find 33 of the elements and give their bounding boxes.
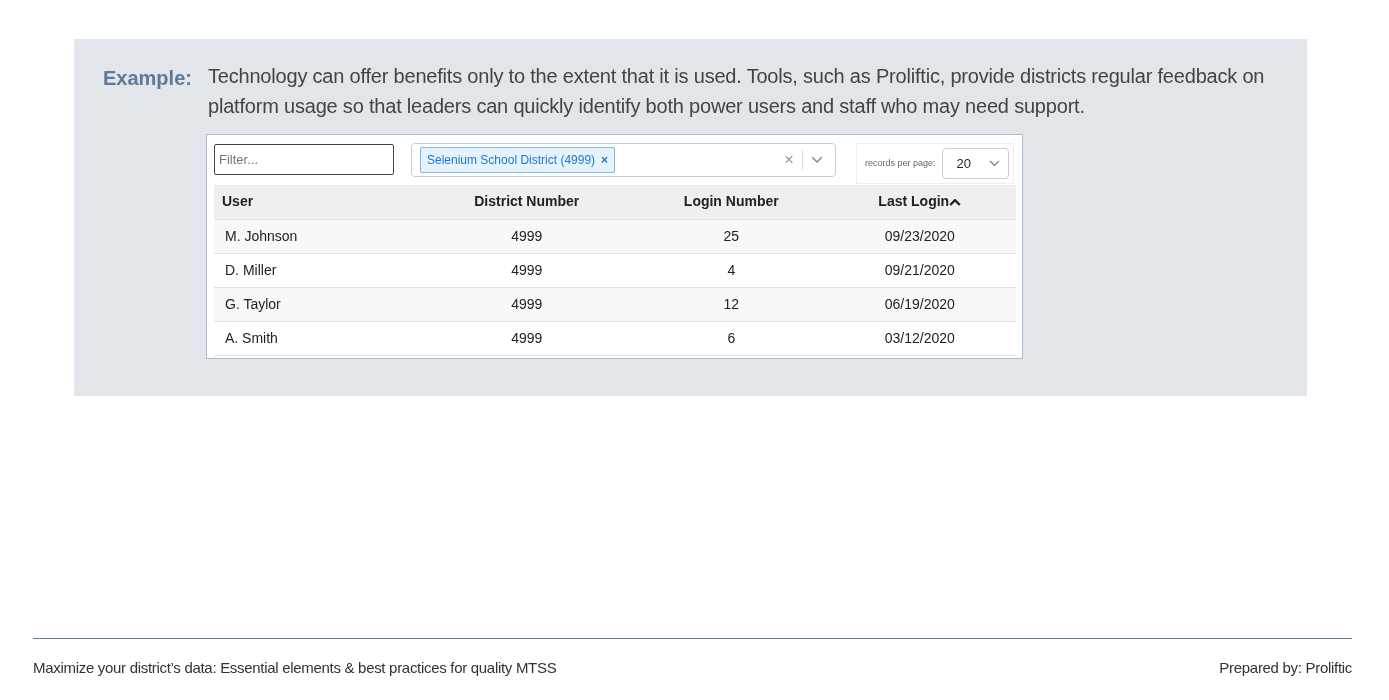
remove-tag-button[interactable]: × — [601, 153, 609, 167]
footer-title: Maximize your district’s data: Essential elements & best practices for quality MTSS — [33, 658, 557, 678]
column-header[interactable]: Last Login — [823, 185, 1016, 219]
table-cell: 4999 — [414, 287, 640, 321]
table-cell: 03/12/2020 — [823, 321, 1016, 355]
district-select[interactable]: Selenium School District (4999) × × — [411, 143, 836, 177]
table-cell: 12 — [639, 287, 824, 321]
page-size-label: records per page: — [865, 156, 936, 170]
filter-field[interactable]: Filter... — [214, 144, 394, 175]
column-header[interactable]: Login Number — [639, 185, 824, 219]
district-tag: Selenium School District (4999) × — [420, 147, 616, 173]
column-header[interactable]: District Number — [414, 185, 640, 219]
table-cell: 09/23/2020 — [823, 219, 1016, 253]
example-paragraph: Technology can offer benefits only to the extent that it is used. Tools, such as Proliftic, provide districts regular feedback on platform usage so that leaders can quickly identify both power users and staff who may need support. — [208, 64, 1266, 119]
chevron-down-icon — [811, 156, 823, 164]
table-cell: 4999 — [414, 219, 640, 253]
table-cell: M. Johnson — [214, 219, 415, 253]
sort-ascending-icon — [949, 198, 962, 207]
column-header[interactable]: User — [214, 185, 415, 219]
footer-credit: Prepared by: Proliftic — [1219, 658, 1352, 678]
table-cell: 4999 — [414, 321, 640, 355]
table-cell: 4 — [639, 253, 824, 287]
table-cell: 09/21/2020 — [823, 253, 1016, 287]
table-cell: 25 — [639, 219, 824, 253]
page-size-select[interactable]: 20 — [941, 148, 1009, 179]
table-cell: D. Miller — [214, 253, 415, 287]
table-cell: 06/19/2020 — [823, 287, 1016, 321]
table-cell: 4999 — [414, 253, 640, 287]
table-cell: A. Smith — [214, 321, 415, 355]
example-label: Example: — [103, 66, 193, 91]
table-cell: G. Taylor — [214, 287, 415, 321]
chevron-down-icon — [988, 160, 1000, 167]
table-cell: 6 — [639, 321, 824, 355]
